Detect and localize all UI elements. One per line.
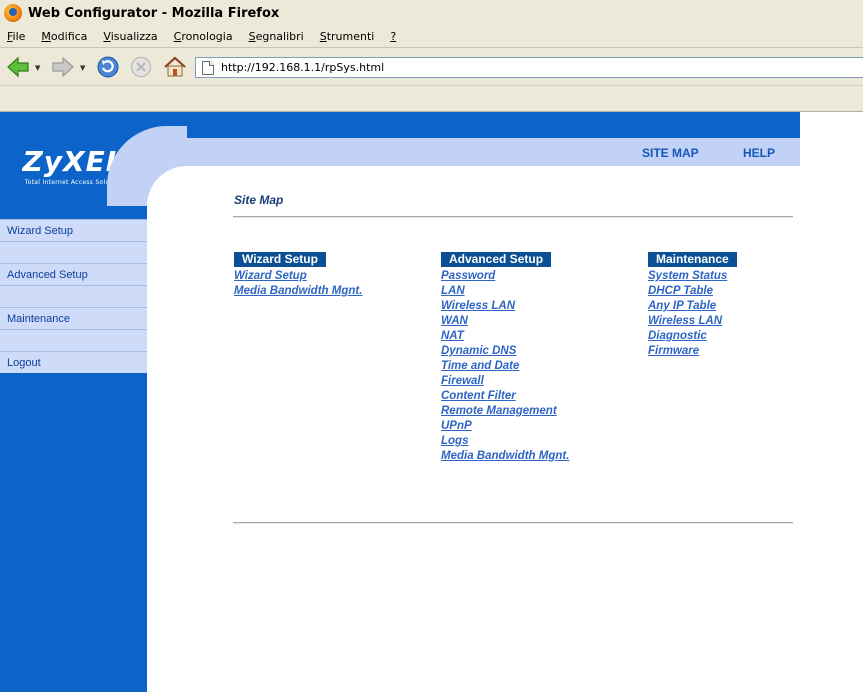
logo-tagline: Total Internet Access Solution bbox=[24, 178, 123, 186]
sitemap-link-wireless-lan[interactable]: Wireless LAN bbox=[441, 299, 569, 314]
sitemap-link-any-ip-table[interactable]: Any IP Table bbox=[648, 299, 737, 314]
forward-history-dropdown-icon[interactable]: ▼ bbox=[80, 64, 85, 72]
menu-label-rest: isualizza bbox=[110, 30, 158, 43]
window-title: Web Configurator - Mozilla Firefox bbox=[28, 5, 280, 21]
address-bar[interactable]: http://192.168.1.1/rpSys.html bbox=[195, 57, 863, 78]
sidebar-spacer bbox=[0, 285, 149, 307]
browser-window: Web Configurator - Mozilla Firefox File M… bbox=[0, 0, 863, 692]
menu-strumenti[interactable]: Strumenti bbox=[320, 30, 375, 43]
sitemap-link-password[interactable]: Password bbox=[441, 269, 569, 284]
menu-segnalibri[interactable]: Segnalibri bbox=[249, 30, 304, 43]
back-history-dropdown-icon[interactable]: ▼ bbox=[35, 64, 40, 72]
menu-accelerator: V bbox=[103, 30, 111, 43]
sitemap-link-nat[interactable]: NAT bbox=[441, 329, 569, 344]
forward-button[interactable] bbox=[50, 54, 76, 80]
navigation-toolbar: ▼ ▼ http://192.168.1.1/rpSys.html bbox=[0, 48, 863, 86]
menu-accelerator: ? bbox=[390, 30, 397, 43]
home-icon bbox=[164, 56, 186, 77]
sidebar-item-advanced-setup[interactable]: Advanced Setup bbox=[0, 263, 149, 285]
sitemap-link-system-status[interactable]: System Status bbox=[648, 269, 737, 284]
title-bar: Web Configurator - Mozilla Firefox bbox=[0, 0, 863, 26]
sitemap-link-firmware[interactable]: Firmware bbox=[648, 344, 737, 359]
maintenance-column: Maintenance System Status DHCP Table Any IP… bbox=[648, 248, 737, 359]
page-title: Site Map bbox=[234, 193, 284, 207]
reload-button[interactable] bbox=[95, 54, 121, 80]
stop-icon bbox=[131, 57, 151, 77]
sitemap-link-dynamic-dns[interactable]: Dynamic DNS bbox=[441, 344, 569, 359]
menu-cronologia[interactable]: Cronologia bbox=[174, 30, 233, 43]
top-band bbox=[0, 112, 800, 138]
sidebar-spacer bbox=[0, 329, 149, 351]
sidebar-item-maintenance[interactable]: Maintenance bbox=[0, 307, 149, 329]
sitemap-link-lan[interactable]: LAN bbox=[441, 284, 569, 299]
sitemap-link-remote-management[interactable]: Remote Management bbox=[441, 404, 569, 419]
sitemap-link-wireless-lan[interactable]: Wireless LAN bbox=[648, 314, 737, 329]
header-strip bbox=[147, 138, 800, 166]
sitemap-link-logs[interactable]: Logs bbox=[441, 434, 569, 449]
menu-modifica[interactable]: Modifica bbox=[41, 30, 87, 43]
menu-accelerator: S bbox=[248, 30, 256, 43]
bottom-divider bbox=[233, 522, 793, 524]
reload-icon bbox=[97, 56, 119, 78]
sidebar-item-logout[interactable]: Logout bbox=[0, 351, 149, 373]
page-icon bbox=[202, 60, 214, 75]
sidebar-menu: Wizard Setup Advanced Setup Maintenance Log… bbox=[0, 219, 149, 373]
sitemap-link-firewall[interactable]: Firewall bbox=[441, 374, 569, 389]
column-heading: Advanced Setup bbox=[441, 252, 552, 267]
sitemap-link-upnp[interactable]: UPnP bbox=[441, 419, 569, 434]
page-viewport: ZyXEL Total Internet Access Solution Wiz… bbox=[0, 112, 863, 692]
menu-accelerator: M bbox=[41, 30, 51, 43]
sitemap-link-dhcp-table[interactable]: DHCP Table bbox=[648, 284, 737, 299]
help-link[interactable]: HELP bbox=[743, 146, 775, 160]
sitemap-link-wizard-setup[interactable]: Wizard Setup bbox=[234, 269, 362, 284]
sitemap-link-media-bandwidth-mgnt[interactable]: Media Bandwidth Mgnt. bbox=[234, 284, 362, 299]
menu-label-rest: ile bbox=[12, 30, 26, 43]
top-divider bbox=[233, 216, 793, 218]
menu-label-rest: egnalibri bbox=[255, 30, 304, 43]
back-button[interactable] bbox=[5, 54, 31, 80]
menu-label-rest: odifica bbox=[50, 30, 88, 43]
menu-label-rest: trumenti bbox=[326, 30, 375, 43]
forward-arrow-icon bbox=[52, 56, 74, 78]
sitemap-link-media-bandwidth-mgnt[interactable]: Media Bandwidth Mgnt. bbox=[441, 449, 569, 464]
column-heading: Maintenance bbox=[648, 252, 737, 267]
menu-accelerator: S bbox=[319, 30, 327, 43]
header-curve bbox=[147, 166, 187, 692]
menu-visualizza[interactable]: Visualizza bbox=[103, 30, 157, 43]
column-heading: Wizard Setup bbox=[234, 252, 326, 267]
menu-bar: File Modifica Visualizza Cronologia Segnalib… bbox=[0, 26, 863, 48]
menu-help[interactable]: ? bbox=[390, 30, 396, 43]
sitemap-link-diagnostic[interactable]: Diagnostic bbox=[648, 329, 737, 344]
zyxel-logo: ZyXEL Total Internet Access Solution bbox=[0, 138, 147, 194]
back-arrow-icon bbox=[7, 56, 29, 78]
advanced-setup-column: Advanced Setup Password LAN Wireless LAN WAN… bbox=[441, 248, 569, 464]
sitemap-link-time-and-date[interactable]: Time and Date bbox=[441, 359, 569, 374]
firefox-logo-icon bbox=[4, 4, 22, 22]
sidebar-item-wizard-setup[interactable]: Wizard Setup bbox=[0, 219, 149, 241]
url-text[interactable]: http://192.168.1.1/rpSys.html bbox=[221, 61, 384, 74]
home-button[interactable] bbox=[162, 54, 188, 80]
wizard-setup-column: Wizard Setup Wizard Setup Media Bandwidth … bbox=[234, 248, 362, 299]
sitemap-link-content-filter[interactable]: Content Filter bbox=[441, 389, 569, 404]
sidebar: ZyXEL Total Internet Access Solution Wiz… bbox=[0, 138, 149, 692]
menu-label-rest: ronologia bbox=[181, 30, 233, 43]
bookmarks-toolbar bbox=[0, 86, 863, 112]
logo-brand: ZyXEL bbox=[22, 144, 125, 178]
stop-button[interactable] bbox=[129, 54, 153, 80]
sidebar-spacer bbox=[0, 241, 149, 263]
sitemap-link-wan[interactable]: WAN bbox=[441, 314, 569, 329]
site-map-link[interactable]: SITE MAP bbox=[642, 146, 699, 160]
menu-file[interactable]: File bbox=[7, 30, 25, 43]
